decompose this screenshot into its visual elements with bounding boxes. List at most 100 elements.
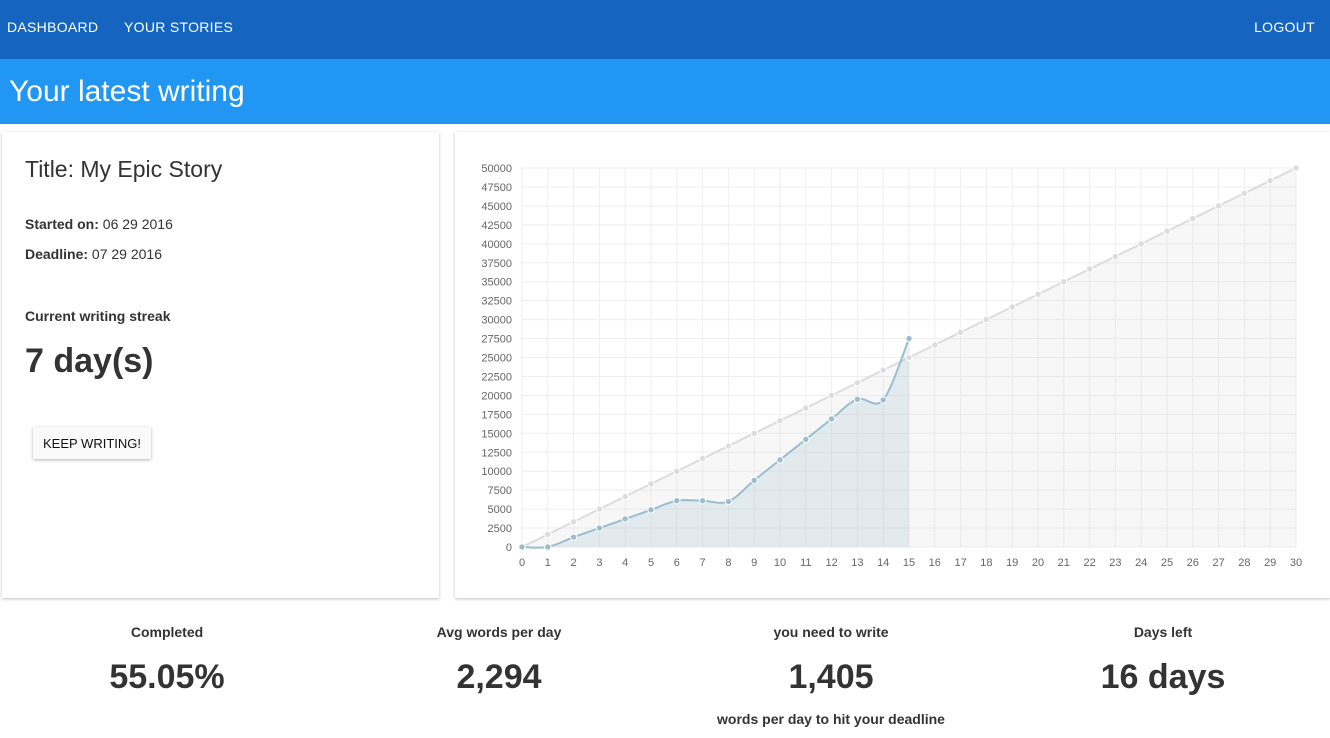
- writing-streak-value: 7 day(s): [25, 342, 154, 380]
- stat-need-to-write-value: 1,405: [788, 658, 874, 696]
- actual-series-point: [595, 524, 604, 532]
- target-series-point: [1034, 290, 1042, 299]
- target-series-point: [853, 379, 862, 387]
- target-series-point: [673, 467, 681, 475]
- y-tick-label: 42500: [481, 220, 512, 232]
- stat-completed: Completed 55.05%: [17, 622, 317, 697]
- writing-streak-label: Current writing streak: [25, 308, 171, 324]
- nav-logout-link[interactable]: LOGOUT: [1254, 19, 1315, 35]
- actual-series-point: [750, 476, 758, 484]
- x-tick-label: 1: [545, 557, 551, 569]
- stat-completed-label: Completed: [130, 624, 204, 640]
- y-tick-label: 17500: [481, 409, 512, 421]
- actual-series-point: [827, 415, 836, 423]
- started-on-line: Started on: 06 29 2016: [25, 216, 173, 232]
- x-tick-label: 7: [700, 557, 706, 569]
- target-series-point: [1085, 265, 1094, 273]
- target-series-point: [698, 454, 707, 463]
- target-series-point: [982, 315, 991, 324]
- story-info-card: Title: My Epic Story Started on: 06 29 2…: [2, 132, 439, 598]
- progress-chart: 0250050007500100001250015000175002000022…: [481, 163, 1302, 569]
- target-series-point: [905, 353, 913, 362]
- y-tick-label: 15000: [481, 428, 512, 440]
- y-tick-label: 0: [506, 542, 512, 554]
- started-on-label: Started on:: [25, 216, 99, 232]
- target-series-point: [1292, 164, 1300, 172]
- x-tick-label: 22: [1083, 557, 1095, 569]
- target-series-point: [724, 442, 733, 450]
- nav-dashboard-link[interactable]: DASHBOARD: [7, 19, 98, 35]
- target-series-point: [1060, 278, 1068, 286]
- target-series-point: [879, 366, 887, 374]
- actual-series-point: [621, 515, 629, 523]
- actual-series-point: [698, 497, 707, 505]
- top-navigation-bar: DASHBOARD YOUR STORIES LOGOUT: [0, 0, 1330, 59]
- actual-series-point: [905, 334, 913, 343]
- x-tick-label: 28: [1238, 557, 1250, 569]
- y-tick-label: 37500: [481, 258, 512, 270]
- actual-series-point: [647, 506, 655, 514]
- y-tick-label: 32500: [481, 296, 512, 308]
- y-tick-label: 35000: [481, 277, 512, 289]
- target-series-point: [621, 492, 629, 501]
- y-tick-label: 50000: [481, 163, 512, 175]
- target-series-point: [802, 404, 810, 412]
- target-series-point: [1214, 202, 1223, 210]
- actual-series-point: [776, 456, 784, 464]
- x-tick-label: 8: [725, 557, 731, 569]
- x-tick-label: 10: [774, 557, 786, 569]
- actual-series-point: [544, 543, 552, 551]
- x-tick-label: 18: [980, 557, 992, 569]
- nav-your-stories-link[interactable]: YOUR STORIES: [124, 19, 233, 35]
- y-tick-label: 22500: [481, 371, 512, 383]
- x-tick-label: 23: [1109, 557, 1121, 569]
- target-series-point: [1008, 303, 1016, 311]
- y-tick-label: 12500: [481, 447, 512, 459]
- x-tick-label: 11: [800, 557, 811, 569]
- actual-series-point: [569, 533, 578, 541]
- target-series-point: [1189, 214, 1197, 223]
- x-tick-label: 2: [571, 557, 577, 569]
- target-series-point: [1137, 240, 1145, 248]
- deadline-value: 07 29 2016: [91, 246, 162, 262]
- target-series-point: [569, 518, 578, 526]
- stat-avg-words: Avg words per day 2,294: [349, 622, 649, 697]
- target-series-point: [544, 530, 552, 539]
- y-tick-label: 30000: [481, 315, 512, 327]
- stat-need-to-write: you need to write 1,405 words per day to…: [681, 622, 981, 727]
- stat-avg-words-label: Avg words per day: [436, 624, 562, 640]
- target-series-point: [595, 505, 604, 513]
- stat-days-left: Days left 16 days: [1013, 622, 1313, 697]
- target-series-point: [1163, 227, 1171, 235]
- x-tick-label: 6: [674, 557, 680, 569]
- x-tick-label: 4: [622, 557, 628, 569]
- target-series-point: [776, 416, 784, 425]
- x-tick-label: 14: [877, 557, 889, 569]
- actual-series-point: [879, 396, 887, 404]
- page-header: Your latest writing: [0, 59, 1330, 124]
- keep-writing-button[interactable]: KEEP WRITING!: [33, 427, 151, 459]
- stat-need-to-write-label: you need to write: [773, 624, 889, 640]
- x-tick-label: 3: [596, 557, 602, 569]
- stat-days-left-value: 16 days: [1100, 658, 1226, 696]
- x-tick-label: 27: [1212, 557, 1224, 569]
- stat-avg-words-value: 2,294: [456, 658, 542, 696]
- actual-series-point: [724, 497, 733, 506]
- progress-chart-card: 0 2500 5000 7500 10000 12500 15000 17500 20000 22…: [455, 132, 1330, 598]
- y-tick-label: 2500: [488, 523, 512, 535]
- y-tick-label: 10000: [481, 466, 512, 478]
- x-tick-label: 16: [929, 557, 941, 569]
- target-series-point: [956, 328, 965, 336]
- target-series-point: [931, 341, 939, 349]
- actual-series-point: [802, 435, 810, 444]
- y-tick-label: 47500: [481, 182, 512, 194]
- y-tick-label: 40000: [481, 239, 512, 251]
- y-tick-label: 20000: [481, 390, 512, 402]
- x-tick-label: 25: [1161, 557, 1173, 569]
- x-tick-label: 26: [1187, 557, 1199, 569]
- target-series-point: [1266, 176, 1274, 185]
- x-tick-label: 20: [1032, 557, 1044, 569]
- x-tick-label: 21: [1058, 557, 1070, 569]
- x-tick-label: 15: [903, 557, 915, 569]
- target-series-point: [1240, 189, 1249, 197]
